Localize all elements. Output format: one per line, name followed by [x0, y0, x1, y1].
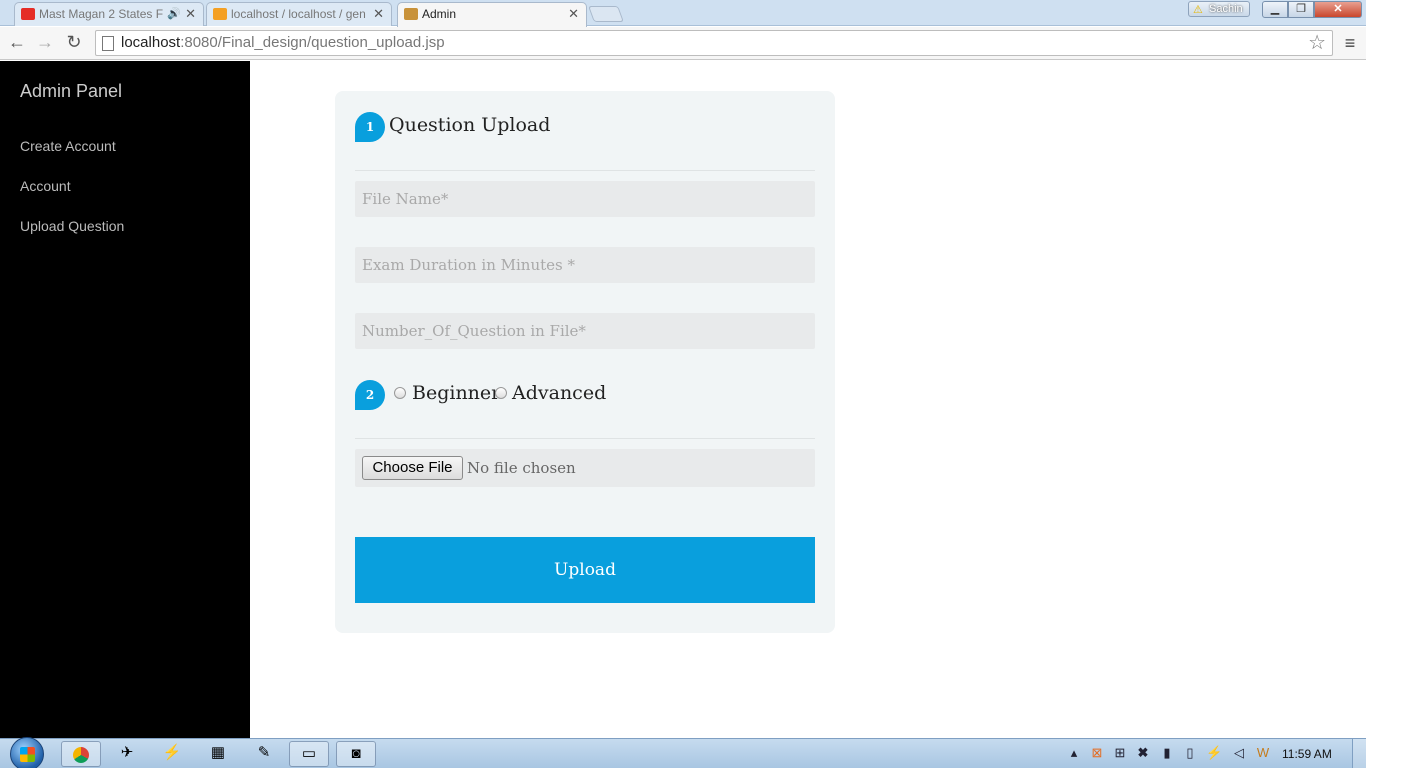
url-text[interactable]: localhost:8080/Final_design/question_upl…: [121, 31, 445, 55]
exam-duration-input[interactable]: [355, 247, 815, 283]
sidebar-item-upload-question[interactable]: Upload Question: [20, 218, 124, 234]
tab-label: Mast Magan 2 States F: [39, 7, 164, 21]
address-bar[interactable]: localhost:8080/Final_design/question_upl…: [95, 30, 1333, 56]
show-hidden-icons-icon[interactable]: ▴: [1066, 745, 1082, 761]
sidebar-item-account[interactable]: Account: [20, 178, 71, 194]
tab-close-icon[interactable]: ✕: [185, 3, 196, 25]
question-upload-form: 1 Question Upload 2 Beginner Advanced Ch…: [335, 91, 835, 633]
flash-tray-icon[interactable]: ⚡: [1206, 745, 1222, 761]
desktop-background: [1366, 0, 1418, 768]
user-name: Sachin: [1209, 3, 1243, 15]
tab-close-icon[interactable]: ✕: [568, 3, 579, 25]
network-tool-icon[interactable]: ✈: [107, 741, 147, 767]
step-1-badge: 1: [355, 112, 385, 142]
back-arrow-icon[interactable]: ←: [6, 31, 28, 53]
sidebar-item-create-account[interactable]: Create Account: [20, 138, 116, 154]
advanced-radio[interactable]: [495, 387, 507, 399]
youtube-favicon-icon: [21, 8, 35, 20]
windows-logo-icon: [20, 747, 35, 762]
tab-close-icon[interactable]: ✕: [373, 3, 384, 25]
phpmyadmin-favicon-icon: [213, 8, 227, 20]
maximize-button[interactable]: ❐: [1288, 1, 1314, 18]
calculator-icon[interactable]: ▦: [198, 741, 238, 767]
reload-icon[interactable]: ↻: [63, 31, 85, 53]
new-tab-button[interactable]: [588, 6, 624, 22]
tab-admin[interactable]: Admin ✕: [397, 2, 587, 27]
bookmark-star-icon[interactable]: ☆: [1308, 31, 1326, 55]
windows-taskbar: ✈ ⚡ ▦ ✎ ▭ ◙ ▴ ⊠ ⊞ ✖ ▮ ▯ ⚡ ◁ W 11:59 AM: [0, 737, 1366, 768]
x-app-icon[interactable]: ✖: [1135, 745, 1151, 761]
explorer-folder-icon[interactable]: ▭: [289, 741, 329, 767]
browser-toolbar: ← → ↻ localhost:8080/Final_design/questi…: [0, 27, 1366, 60]
warning-icon: ⚠: [1193, 4, 1203, 16]
sidebar-title: Admin Panel: [20, 81, 123, 101]
notepad-icon[interactable]: ✎: [244, 741, 284, 767]
question-count-input[interactable]: [355, 313, 815, 349]
word-tray-icon[interactable]: W: [1255, 745, 1271, 761]
battery-icon[interactable]: ▯: [1182, 745, 1198, 761]
beginner-label[interactable]: Beginner: [412, 382, 500, 404]
start-button[interactable]: [10, 737, 44, 768]
page-icon: [102, 36, 114, 51]
chrome-icon[interactable]: [61, 741, 101, 767]
form-heading: Question Upload: [389, 114, 551, 136]
beginner-radio[interactable]: [394, 387, 406, 399]
signal-icon[interactable]: ▮: [1159, 745, 1175, 761]
system-clock[interactable]: 11:59 AM: [1282, 739, 1332, 768]
admin-sidebar: Admin Panel Create Account Account Uploa…: [0, 61, 250, 738]
section-divider: [355, 438, 815, 439]
chrome-menu-icon[interactable]: ≡: [1340, 33, 1360, 53]
user-profile-badge[interactable]: ⚠ Sachin: [1188, 1, 1250, 17]
choose-file-button[interactable]: Choose File: [362, 456, 463, 480]
advanced-label[interactable]: Advanced: [512, 382, 606, 404]
file-status-text: No file chosen: [467, 459, 576, 477]
tab-phpmyadmin[interactable]: localhost / localhost / gen ✕: [206, 2, 392, 26]
admin-favicon-icon: [404, 8, 418, 20]
tab-youtube[interactable]: Mast Magan 2 States F 🔊 ✕: [14, 2, 204, 26]
file-name-input[interactable]: [355, 181, 815, 217]
capture-tool-icon[interactable]: ◙: [336, 741, 376, 767]
windows-flag-icon[interactable]: ⊞: [1112, 745, 1128, 761]
minimize-button[interactable]: ▁: [1262, 1, 1288, 18]
file-input: Choose File No file chosen: [355, 449, 815, 487]
section-divider: [355, 170, 815, 171]
close-window-button[interactable]: ✕: [1314, 1, 1362, 18]
browser-tabstrip: Mast Magan 2 States F 🔊 ✕ localhost / lo…: [0, 0, 1366, 27]
step-2-badge: 2: [355, 380, 385, 410]
show-desktop-button[interactable]: [1352, 739, 1366, 768]
forward-arrow-icon[interactable]: →: [34, 31, 56, 53]
upload-button[interactable]: Upload: [355, 537, 815, 603]
xampp-icon[interactable]: ⊠: [1089, 745, 1105, 761]
tab-label: Admin: [422, 7, 457, 21]
flash-icon[interactable]: ⚡: [152, 741, 192, 767]
tab-label: localhost / localhost / gen: [231, 7, 366, 21]
speaker-icon[interactable]: 🔊: [167, 3, 181, 25]
volume-icon[interactable]: ◁: [1231, 745, 1247, 761]
